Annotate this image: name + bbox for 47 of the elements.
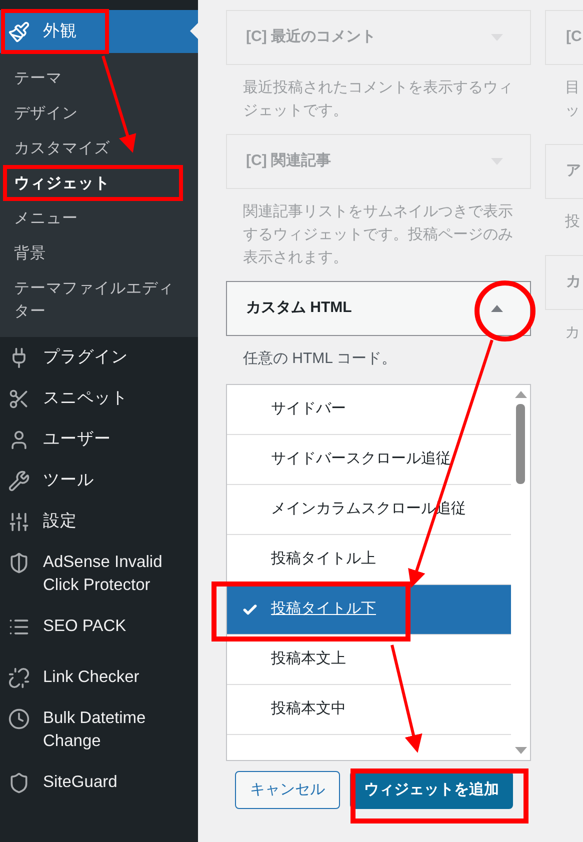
current-pointer-icon <box>190 23 198 39</box>
sidebar-menu-item[interactable]: Link Checker <box>0 657 198 698</box>
sidebar-menu-item[interactable]: SiteGuard <box>0 762 198 803</box>
sidebar-menu-item[interactable]: ユーザー <box>0 419 198 460</box>
cancel-button[interactable]: キャンセル <box>235 771 340 809</box>
submenu-item[interactable]: メニュー <box>0 201 198 236</box>
widget-description: 任意の HTML コード。 <box>242 349 398 369</box>
sidebar-menu-item[interactable]: プラグイン <box>0 337 198 378</box>
widget-description: ッ <box>565 101 581 121</box>
widget-description: カ <box>565 323 581 343</box>
widget-title: [C] 関連記事 <box>246 151 331 172</box>
area-option[interactable]: サイドバー <box>227 385 511 435</box>
sidebar-menu-item[interactable]: スニペット <box>0 378 198 419</box>
clock-icon <box>8 708 30 730</box>
widget-title: カスタム HTML <box>246 298 352 318</box>
sidebar-menu-item[interactable]: AdSense Invalid Click Protector <box>0 542 198 606</box>
area-option[interactable]: 投稿本文中 <box>227 685 511 735</box>
submenu-item[interactable]: テーマ <box>0 61 198 96</box>
submenu-item[interactable]: ウィジェット <box>0 166 198 201</box>
widget-title: [C] 最近のコメント <box>246 27 376 48</box>
submenu-item[interactable]: デザイン <box>0 96 198 131</box>
scissors-icon <box>8 388 30 410</box>
widget-description: 関連記事リストをサムネイルつきで表示するウィジェットです。投稿ページのみ表示されます。 <box>242 202 514 268</box>
widget-title: ア <box>566 161 581 182</box>
submenu-item[interactable]: 背景 <box>0 236 198 271</box>
sidebar-menu-item[interactable]: 設定 <box>0 501 198 542</box>
widget-title: カ <box>566 272 581 292</box>
widget-description: 最近投稿されたコメントを表示するウィジェットです。 <box>242 78 514 121</box>
wrench-icon <box>8 470 30 492</box>
sidebar-menu-item[interactable]: SEO PACK <box>0 606 198 647</box>
area-option[interactable]: 投稿本文上 <box>227 635 511 685</box>
widget-description: 投 <box>565 212 581 232</box>
submenu-item[interactable]: テーマファイルエディター <box>0 271 198 329</box>
widget-title: [C <box>566 27 582 48</box>
broken-link-icon <box>8 667 30 689</box>
caret-up-icon <box>491 305 503 312</box>
shield-icon <box>8 772 30 794</box>
settings-icon <box>8 511 30 533</box>
shield-icon <box>8 552 30 574</box>
area-option[interactable]: サイドバースクロール追従 <box>227 435 511 485</box>
widget-description: 目 <box>565 78 581 98</box>
widget-header[interactable]: カスタム HTML <box>226 281 531 336</box>
submenu-item[interactable]: カスタマイズ <box>0 131 198 166</box>
sidebar-menu-item[interactable]: Bulk Datetime Change <box>0 698 198 762</box>
sidebar-menu-item[interactable]: ツール <box>0 460 198 501</box>
paintbrush-icon <box>8 21 30 43</box>
highlight-circle <box>474 280 536 342</box>
